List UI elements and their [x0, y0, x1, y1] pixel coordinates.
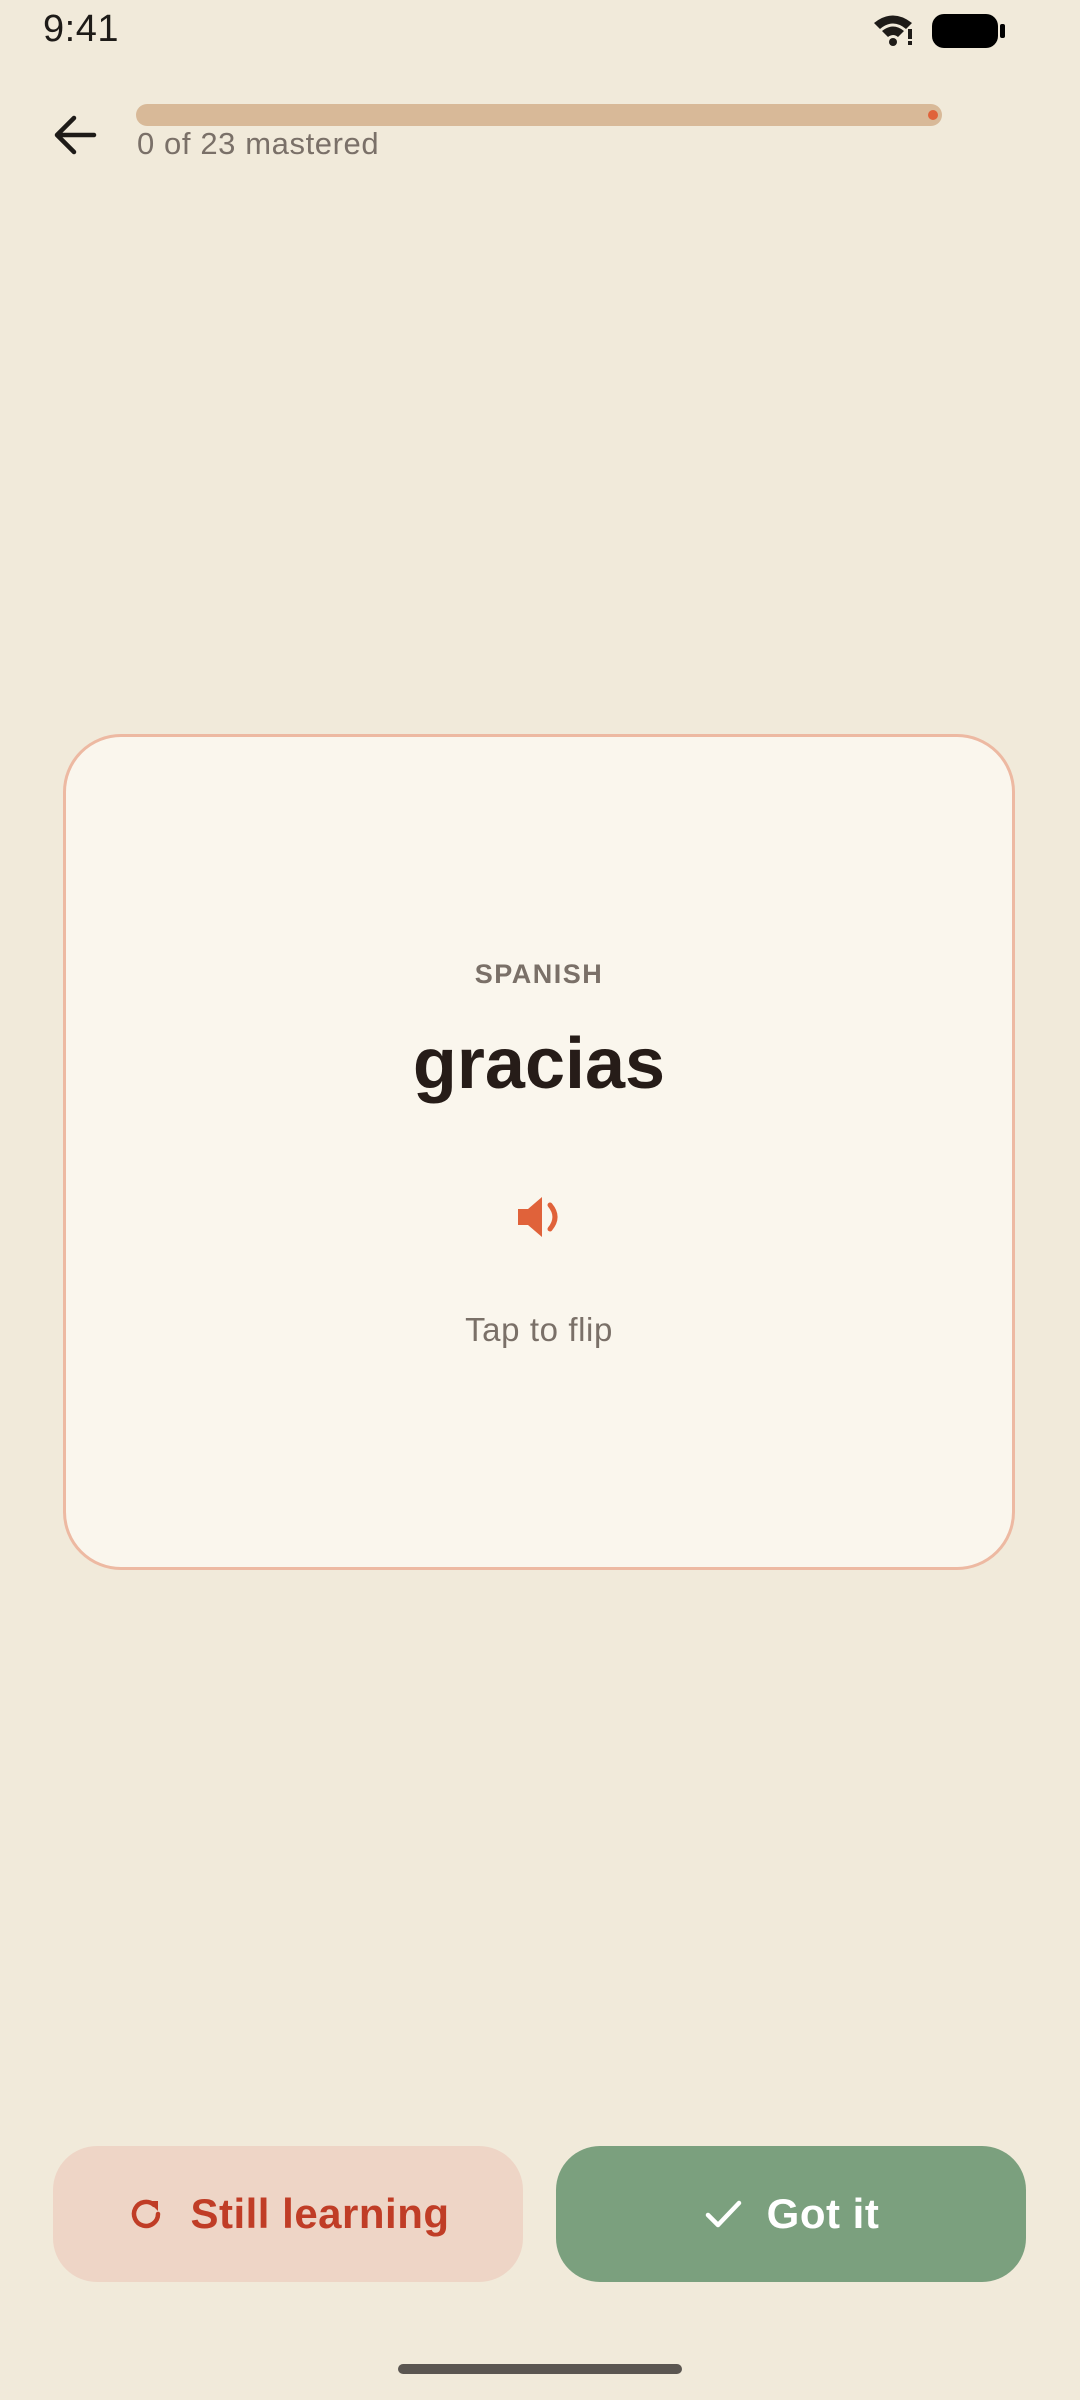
- card-language-label: SPANISH: [474, 959, 604, 989]
- back-button[interactable]: [40, 100, 110, 170]
- got-it-button[interactable]: Got it: [556, 2146, 1026, 2282]
- refresh-icon: [126, 2194, 166, 2234]
- status-bar: 9:41: [0, 0, 1080, 60]
- flashcard-screen: 9:41 0 of 23 mastered SPANISH gracias Ta…: [0, 0, 1080, 2400]
- got-it-label: Got it: [766, 2190, 880, 2237]
- still-learning-label: Still learning: [190, 2190, 450, 2237]
- home-indicator[interactable]: [398, 2364, 682, 2374]
- pronunciation-button[interactable]: [508, 1183, 576, 1251]
- battery-icon: [932, 14, 1005, 48]
- arrow-left-icon: [54, 115, 97, 155]
- check-icon: [703, 2194, 743, 2234]
- tap-to-flip-hint: Tap to flip: [465, 1311, 613, 1348]
- wifi-icon: [874, 15, 912, 46]
- speaker-icon: [518, 1197, 558, 1237]
- card-word: gracias: [412, 1024, 666, 1104]
- status-time: 9:41: [43, 8, 119, 50]
- progress-end-dot: [928, 110, 938, 120]
- mastery-progress-label: 0 of 23 mastered: [137, 126, 380, 161]
- mastery-progress-bar: [136, 104, 942, 126]
- flashcard[interactable]: SPANISH gracias Tap to flip: [63, 734, 1015, 1570]
- still-learning-button[interactable]: Still learning: [53, 2146, 523, 2282]
